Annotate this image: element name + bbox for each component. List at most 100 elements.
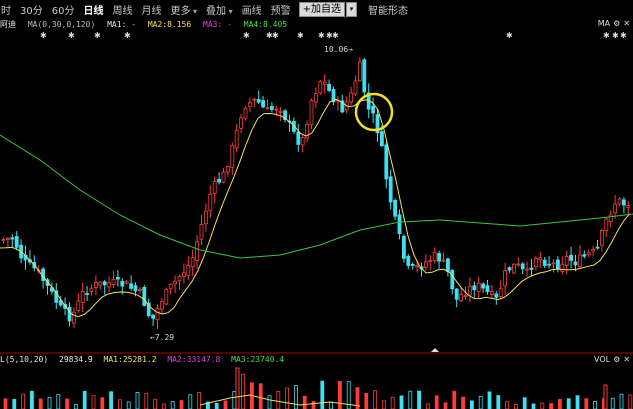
volume-bar xyxy=(434,395,439,409)
candle-body xyxy=(89,287,94,292)
candle-body xyxy=(613,203,617,214)
volume-bar xyxy=(118,399,122,409)
volume-bar xyxy=(179,400,184,409)
candle-body xyxy=(142,286,147,306)
volume-bar xyxy=(285,387,290,409)
candle-body xyxy=(379,131,384,147)
candle-body xyxy=(525,268,529,271)
volume-bar xyxy=(82,390,87,409)
candle-body xyxy=(485,285,490,293)
candle-body xyxy=(173,280,178,285)
candle-body xyxy=(542,259,547,266)
vol-gear-icon[interactable]: ⚙ xyxy=(613,355,620,364)
volume-bar xyxy=(408,390,413,409)
candle-body xyxy=(221,171,226,183)
candle-body xyxy=(252,98,257,101)
candle-body xyxy=(186,265,191,276)
candle-body xyxy=(300,136,305,146)
candle-body xyxy=(494,293,499,298)
candle-body xyxy=(582,254,587,257)
candle-body xyxy=(529,267,534,270)
volume-bar xyxy=(161,403,166,409)
candle-body xyxy=(137,289,142,291)
candle-body xyxy=(569,254,573,261)
candle-body xyxy=(327,84,332,91)
candle-body xyxy=(371,105,376,114)
volume-bar xyxy=(276,391,281,409)
candle-body xyxy=(111,279,116,286)
event-marker: ✱ xyxy=(332,31,339,40)
candle-body xyxy=(604,218,609,231)
volume-bar xyxy=(329,402,334,409)
candle-body xyxy=(155,307,160,321)
volume-bar xyxy=(364,393,369,409)
volume-bar xyxy=(267,395,272,409)
volume-bar xyxy=(522,397,527,409)
candle-body xyxy=(362,59,367,93)
volume-bar xyxy=(390,396,395,409)
event-marker: ✱ xyxy=(124,31,131,40)
event-marker: ✱ xyxy=(297,31,304,40)
candle-body xyxy=(322,81,327,85)
candle-body xyxy=(467,285,472,296)
volume-bar xyxy=(311,400,316,409)
volume-bar xyxy=(337,381,342,409)
candle-body xyxy=(234,129,239,149)
volume-bar xyxy=(223,400,228,409)
candle-body xyxy=(177,276,182,282)
vol-indicator-label[interactable]: VOL xyxy=(594,355,610,364)
vol-close-icon[interactable]: ✕ xyxy=(623,355,630,364)
candle-body xyxy=(476,282,481,292)
candle-body xyxy=(463,295,468,298)
volume-bar xyxy=(505,401,510,409)
volume-bar xyxy=(425,403,430,409)
volume-bar xyxy=(628,394,633,409)
volume-bar xyxy=(320,380,325,409)
volume-bar xyxy=(610,397,615,409)
event-marker: ✱ xyxy=(272,31,279,40)
volume-bar xyxy=(452,390,457,409)
candle-body xyxy=(437,253,442,262)
candle-body xyxy=(520,263,525,270)
vol-ma1: MA1:25281.2 xyxy=(103,355,157,364)
candle-body xyxy=(388,176,393,203)
candle-body xyxy=(278,110,283,113)
candle-body xyxy=(401,235,406,259)
candle-body xyxy=(164,288,169,305)
volume-bar xyxy=(38,398,43,409)
candle-body xyxy=(384,144,389,180)
candlestick-chart[interactable]: ✱ ✱ ✱ ✱ ✱ ✱ ✱ ✱ ✱ ✱ ✱ ✱ ✱ ✱ ✱ xyxy=(0,0,633,409)
volume-bar xyxy=(469,400,474,409)
candle-body xyxy=(600,230,604,246)
ma-long-line xyxy=(0,134,633,259)
candle-body xyxy=(410,264,415,266)
candle-body xyxy=(265,107,270,110)
candle-body xyxy=(626,205,631,208)
candle-body xyxy=(10,237,15,240)
candle-body xyxy=(516,263,521,266)
candle-body xyxy=(212,181,217,194)
candle-body xyxy=(181,272,186,278)
candle-body xyxy=(85,293,89,295)
candle-body xyxy=(107,282,111,288)
vol-ma3: MA3:23740.4 xyxy=(231,355,285,364)
volume-legend: L(5,10,20) 29834.9 MA1:25281.2 MA2:33147… xyxy=(0,355,290,367)
vol-value: 29834.9 xyxy=(59,355,93,364)
event-marker: ✱ xyxy=(243,31,250,40)
candle-body xyxy=(239,117,244,129)
candle-body xyxy=(72,311,76,324)
volume-bar xyxy=(566,398,571,409)
candle-body xyxy=(203,210,208,225)
candle-body xyxy=(445,258,450,272)
candle-body xyxy=(309,100,314,126)
candle-body xyxy=(507,267,512,271)
volume-bar xyxy=(135,392,140,409)
candle-body xyxy=(120,280,125,287)
candle-body xyxy=(459,294,464,301)
event-marker: ✱ xyxy=(612,31,619,40)
candle-body xyxy=(534,257,538,267)
volume-bar xyxy=(188,394,193,409)
candle-body xyxy=(80,291,85,303)
volume-bar xyxy=(197,392,202,409)
candle-body xyxy=(617,198,622,205)
